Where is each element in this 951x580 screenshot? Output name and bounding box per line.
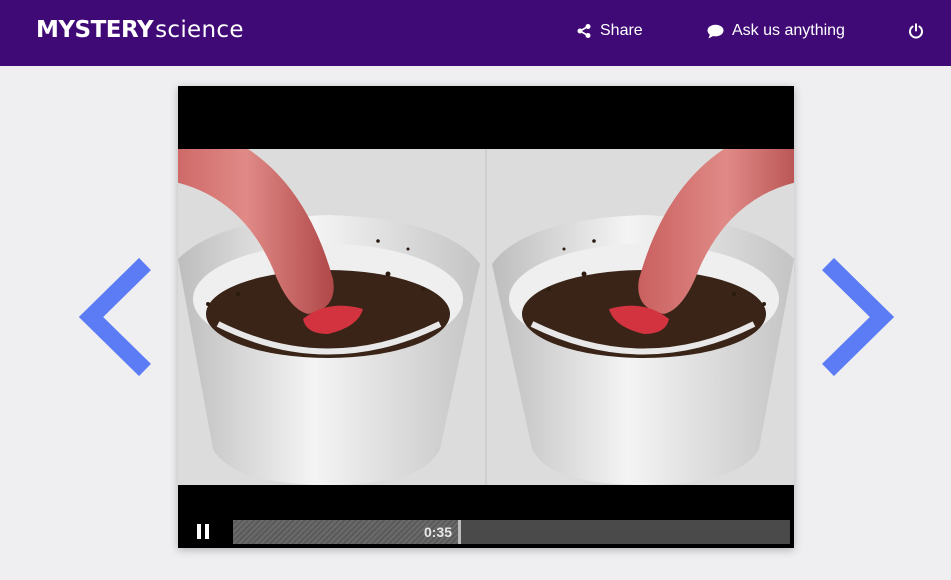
ask-us-anything-button[interactable]: Ask us anything [707, 20, 845, 42]
pause-icon-bar [205, 524, 209, 539]
video-controls: 0:35 [178, 516, 794, 548]
share-label: Share [600, 22, 643, 39]
pause-button[interactable] [192, 521, 214, 543]
top-bar: MYSTERY science Share Ask us anything [0, 0, 951, 66]
power-icon [908, 23, 924, 39]
power-button[interactable] [908, 20, 924, 42]
chevron-right-icon [818, 257, 898, 380]
previous-slide-button[interactable] [75, 257, 155, 381]
video-frame[interactable] [178, 149, 794, 485]
progress-bar-fill[interactable]: 0:35 [233, 520, 461, 544]
mystery-science-logo[interactable]: MYSTERY science [36, 17, 244, 47]
progress-bar[interactable]: 0:35 [233, 520, 790, 544]
speech-bubble-icon [707, 24, 724, 39]
video-still-image [178, 149, 794, 485]
logo-mystery-text: MYSTERY [36, 17, 154, 43]
chevron-left-icon [75, 257, 155, 380]
ask-us-anything-label: Ask us anything [732, 22, 845, 39]
next-slide-button[interactable] [818, 257, 898, 381]
current-time: 0:35 [423, 524, 452, 540]
share-button[interactable]: Share [576, 20, 643, 42]
video-player[interactable]: 0:35 [178, 86, 794, 548]
share-icon [576, 23, 592, 39]
logo-science-text: science [155, 17, 244, 43]
pause-icon [197, 524, 201, 539]
